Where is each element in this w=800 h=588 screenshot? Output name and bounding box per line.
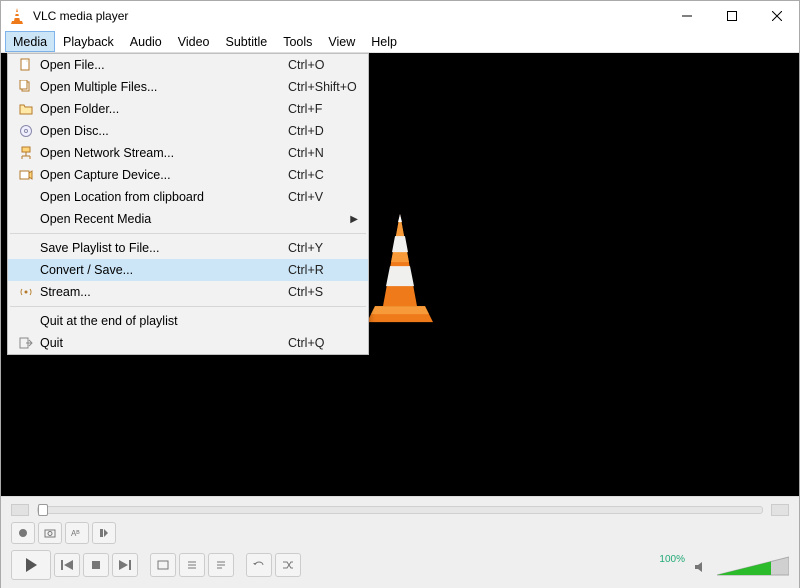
media-menu-item[interactable]: Open Capture Device...Ctrl+C bbox=[8, 164, 368, 186]
record-button[interactable] bbox=[11, 522, 35, 544]
menu-item-shortcut: Ctrl+D bbox=[288, 124, 358, 138]
menu-item-shortcut: Ctrl+C bbox=[288, 168, 358, 182]
media-menu-item[interactable]: Stream...Ctrl+S bbox=[8, 281, 368, 303]
media-menu-item[interactable]: Open Network Stream...Ctrl+N bbox=[8, 142, 368, 164]
menu-item-shortcut: Ctrl+R bbox=[288, 263, 358, 277]
vlc-cone-icon bbox=[9, 7, 25, 25]
seek-start[interactable] bbox=[11, 504, 29, 516]
quit-icon bbox=[16, 336, 36, 350]
maximize-button[interactable] bbox=[709, 1, 754, 31]
loop-button[interactable] bbox=[246, 553, 272, 577]
menubar: Media Playback Audio Video Subtitle Tool… bbox=[1, 31, 799, 53]
frame-step-button[interactable] bbox=[92, 522, 116, 544]
media-menu-item[interactable]: Open Disc...Ctrl+D bbox=[8, 120, 368, 142]
files-icon bbox=[16, 80, 36, 94]
menu-item-shortcut: Ctrl+Y bbox=[288, 241, 358, 255]
menu-item-label: Quit bbox=[36, 336, 288, 350]
seek-row bbox=[11, 503, 789, 516]
media-menu-item[interactable]: QuitCtrl+Q bbox=[8, 332, 368, 354]
playlist-button[interactable] bbox=[208, 553, 234, 577]
close-button[interactable] bbox=[754, 1, 799, 31]
app-window: VLC media player Media Playback Audio Vi… bbox=[0, 0, 800, 588]
file-icon bbox=[16, 58, 36, 72]
titlebar: VLC media player bbox=[1, 1, 799, 31]
menu-media[interactable]: Media bbox=[5, 31, 55, 52]
menu-playback[interactable]: Playback bbox=[55, 31, 122, 52]
menu-item-label: Open File... bbox=[36, 58, 288, 72]
menu-tools[interactable]: Tools bbox=[275, 31, 320, 52]
capture-icon bbox=[16, 168, 36, 182]
media-menu-item[interactable]: Convert / Save...Ctrl+R bbox=[8, 259, 368, 281]
window-title: VLC media player bbox=[33, 9, 664, 23]
volume-slider[interactable] bbox=[717, 555, 789, 577]
menu-item-label: Quit at the end of playlist bbox=[36, 314, 358, 328]
menu-item-label: Open Disc... bbox=[36, 124, 288, 138]
atob-loop-button[interactable]: Aᴮ bbox=[65, 522, 89, 544]
menu-item-shortcut: Ctrl+Shift+O bbox=[288, 80, 358, 94]
menu-subtitle[interactable]: Subtitle bbox=[218, 31, 276, 52]
menu-item-shortcut: Ctrl+O bbox=[288, 58, 358, 72]
media-menu-item[interactable]: Open Location from clipboardCtrl+V bbox=[8, 186, 368, 208]
window-controls bbox=[664, 1, 799, 31]
controls-bar: Aᴮ 100% bbox=[1, 496, 799, 588]
volume-control: 100% bbox=[659, 554, 789, 577]
menu-item-label: Convert / Save... bbox=[36, 263, 288, 277]
next-button[interactable] bbox=[112, 553, 138, 577]
media-menu-item[interactable]: Open Multiple Files...Ctrl+Shift+O bbox=[8, 76, 368, 98]
disc-icon bbox=[16, 124, 36, 138]
media-menu-item[interactable]: Quit at the end of playlist bbox=[8, 310, 368, 332]
menu-view[interactable]: View bbox=[320, 31, 363, 52]
shuffle-button[interactable] bbox=[275, 553, 301, 577]
seek-knob[interactable] bbox=[38, 504, 48, 516]
stop-button[interactable] bbox=[83, 553, 109, 577]
menu-item-shortcut: Ctrl+F bbox=[288, 102, 358, 116]
menu-item-label: Open Capture Device... bbox=[36, 168, 288, 182]
menu-item-label: Stream... bbox=[36, 285, 288, 299]
mute-button[interactable] bbox=[691, 557, 711, 577]
prev-button[interactable] bbox=[54, 553, 80, 577]
network-icon bbox=[16, 146, 36, 160]
menu-item-shortcut: Ctrl+N bbox=[288, 146, 358, 160]
seek-slider[interactable] bbox=[37, 506, 763, 514]
menu-item-shortcut: Ctrl+V bbox=[288, 190, 358, 204]
media-menu-item[interactable]: Open Recent Media▶ bbox=[8, 208, 368, 230]
menu-item-shortcut: Ctrl+Q bbox=[288, 336, 358, 350]
snapshot-button[interactable] bbox=[38, 522, 62, 544]
minimize-button[interactable] bbox=[664, 1, 709, 31]
media-menu-item[interactable]: Save Playlist to File...Ctrl+Y bbox=[8, 237, 368, 259]
media-menu-item[interactable]: Open Folder...Ctrl+F bbox=[8, 98, 368, 120]
folder-icon bbox=[16, 102, 36, 116]
media-dropdown: Open File...Ctrl+OOpen Multiple Files...… bbox=[7, 53, 369, 355]
menu-separator bbox=[10, 233, 366, 234]
menu-video[interactable]: Video bbox=[170, 31, 218, 52]
fullscreen-button[interactable] bbox=[150, 553, 176, 577]
submenu-arrow-icon: ▶ bbox=[350, 214, 358, 225]
media-menu-item[interactable]: Open File...Ctrl+O bbox=[8, 54, 368, 76]
menu-separator bbox=[10, 306, 366, 307]
menu-item-label: Open Location from clipboard bbox=[36, 190, 288, 204]
menu-item-label: Open Network Stream... bbox=[36, 146, 288, 160]
play-button[interactable] bbox=[11, 550, 51, 580]
menu-audio[interactable]: Audio bbox=[122, 31, 170, 52]
main-buttons-row: 100% bbox=[11, 550, 789, 580]
menu-help[interactable]: Help bbox=[363, 31, 405, 52]
menu-item-shortcut: Ctrl+S bbox=[288, 285, 358, 299]
aux-buttons-row: Aᴮ bbox=[11, 522, 789, 544]
menu-item-label: Open Multiple Files... bbox=[36, 80, 288, 94]
svg-text:Aᴮ: Aᴮ bbox=[71, 529, 80, 538]
stream-icon bbox=[16, 285, 36, 299]
extended-settings-button[interactable] bbox=[179, 553, 205, 577]
menu-item-label: Open Recent Media bbox=[36, 212, 350, 226]
volume-percent: 100% bbox=[659, 554, 685, 565]
menu-item-label: Save Playlist to File... bbox=[36, 241, 288, 255]
seek-end[interactable] bbox=[771, 504, 789, 516]
menu-item-label: Open Folder... bbox=[36, 102, 288, 116]
